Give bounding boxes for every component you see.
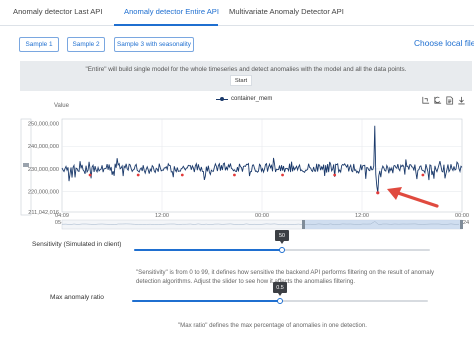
- anomaly-point: [180, 173, 184, 177]
- sample-1-button[interactable]: Sample 1: [19, 37, 59, 52]
- info-panel: "Entire" will build single model for the…: [20, 61, 472, 91]
- timeseries-chart: 250,000,000 240,000,000 230,000,000 220,000…: [20, 118, 469, 230]
- sample-2-button[interactable]: Sample 2: [67, 37, 105, 52]
- max-ratio-slider-thumb[interactable]: [277, 298, 283, 304]
- info-text: "Entire" will build single model for the…: [85, 66, 407, 73]
- sensitivity-label: Sensitivity (Simulated in client): [32, 241, 122, 248]
- zoom-reset-icon[interactable]: [433, 96, 442, 105]
- start-button[interactable]: Start: [230, 75, 252, 86]
- x-tick-label: 00:00: [455, 213, 469, 219]
- choose-local-file-link[interactable]: Choose local file: [414, 38, 474, 48]
- anomaly-point: [233, 173, 236, 177]
- sensitivity-slider-thumb[interactable]: [279, 247, 285, 253]
- sensitivity-slider-fill: [134, 249, 282, 251]
- y-tick-label: 240,000,000: [28, 144, 59, 150]
- anomaly-point: [333, 173, 337, 177]
- anomaly-point: [136, 173, 140, 177]
- max-ratio-slider-fill: [132, 300, 280, 302]
- max-ratio-value-tooltip: 0.5: [273, 282, 287, 296]
- x-tick-label: 00:00: [255, 213, 269, 219]
- y-tick-label: 230,000,000: [28, 167, 59, 173]
- y-tick-label: 220,000,000: [28, 190, 59, 196]
- tab-multivariate-api[interactable]: Multivariate Anomaly Detector API: [229, 7, 344, 16]
- y-tick-label: 250,000,000: [28, 122, 59, 128]
- x-tick-label: 12:00: [355, 213, 369, 219]
- max-ratio-description: "Max ratio" defines the max percentage o…: [178, 322, 367, 329]
- tab-last-api[interactable]: Anomaly detector Last API: [13, 7, 103, 16]
- anomaly-point: [281, 173, 284, 177]
- sensitivity-description: "Sensitivity" is from 0 to 99, it define…: [136, 269, 434, 285]
- sensitivity-value-tooltip: 50: [275, 230, 289, 244]
- anomaly-point: [421, 173, 425, 177]
- x-tick-label: 04:09: [55, 213, 69, 219]
- anomaly-point: [88, 173, 92, 177]
- legend-label: container_mem: [231, 96, 273, 102]
- max-ratio-label: Max anomaly ratio: [50, 294, 104, 301]
- legend-line-icon: [216, 96, 228, 102]
- anomaly-point: [376, 191, 380, 195]
- annotation-arrow: [387, 187, 439, 208]
- x-tick-label: 12:00: [155, 213, 169, 219]
- tab-entire-api[interactable]: Anomaly detector Entire API: [124, 7, 219, 16]
- data-view-icon[interactable]: [445, 96, 454, 105]
- zoom-icon[interactable]: [421, 96, 430, 105]
- download-icon[interactable]: [457, 96, 466, 105]
- x-range-left-handle[interactable]: [302, 220, 305, 229]
- active-tab-indicator: [114, 24, 218, 26]
- max-ratio-slider[interactable]: [132, 298, 428, 304]
- sensitivity-slider[interactable]: [134, 247, 430, 253]
- sample-3-button[interactable]: Sample 3 with seasonality: [114, 37, 194, 52]
- chart-legend[interactable]: container_mem: [216, 96, 272, 102]
- api-tab-bar: Anomaly detector Last API Anomaly detect…: [0, 0, 474, 26]
- x-range-right-handle[interactable]: [460, 220, 463, 229]
